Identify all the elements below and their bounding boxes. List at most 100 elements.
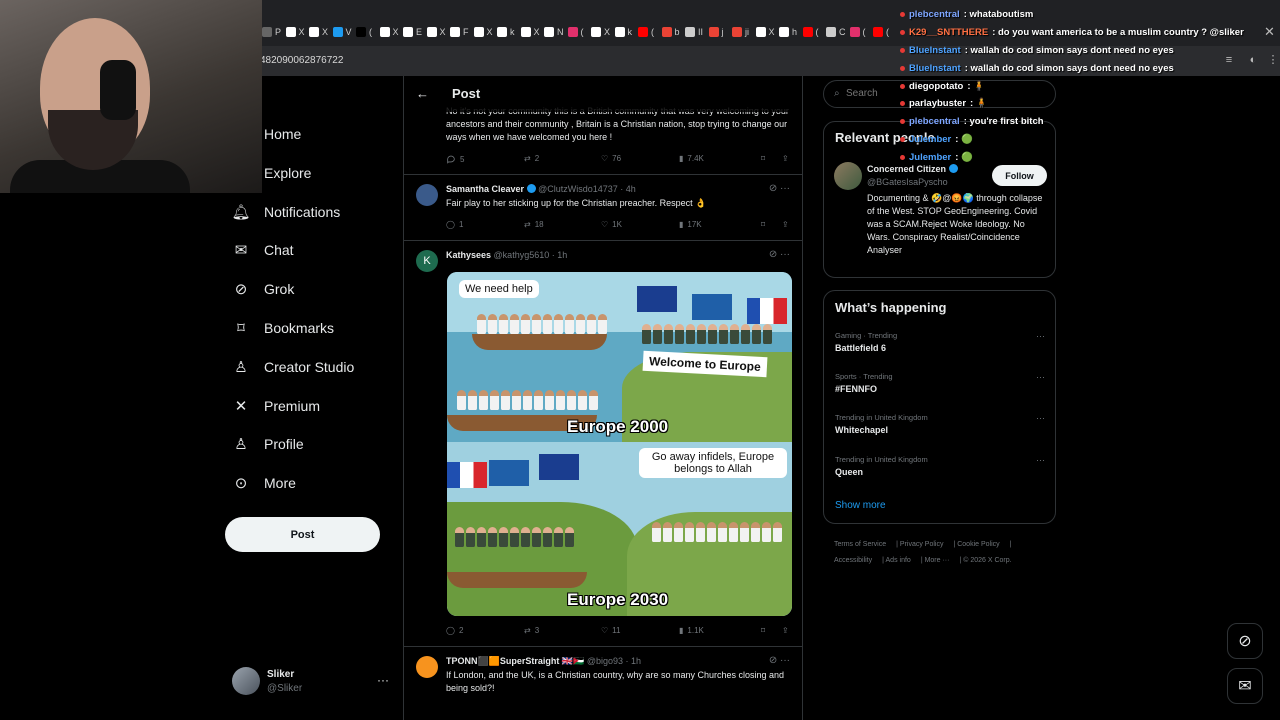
chat-username[interactable]: parlaybuster xyxy=(909,98,966,109)
footer-link[interactable]: Terms of Service xyxy=(834,541,886,548)
browser-tab[interactable]: F xyxy=(450,25,472,39)
avatar[interactable] xyxy=(416,656,438,678)
browser-tab[interactable]: ( xyxy=(567,25,590,39)
footer-link[interactable]: Ads info xyxy=(886,557,911,564)
browser-tab[interactable]: N xyxy=(544,25,566,39)
share-icon[interactable]: ⇪ xyxy=(782,626,789,635)
browser-tab[interactable]: ( xyxy=(802,25,825,39)
more-icon[interactable]: ··· xyxy=(1036,455,1045,465)
browser-tab[interactable]: j xyxy=(708,25,731,39)
avatar[interactable] xyxy=(416,184,438,206)
chat-username[interactable]: diegopotato xyxy=(909,81,963,92)
sidebar-item-creator-studio[interactable]: ♙ Creator Studio xyxy=(232,355,354,379)
browser-tab[interactable]: b xyxy=(661,25,684,39)
like-button[interactable]: ♡ 11 xyxy=(601,626,620,635)
trend-item[interactable]: Gaming · Trending Battlefield 6 ··· xyxy=(835,331,1045,353)
avatar[interactable] xyxy=(834,162,862,190)
sidebar-item-explore[interactable]: Explore xyxy=(232,161,311,185)
footer-link[interactable]: More ··· xyxy=(925,557,950,564)
more-icon[interactable]: ··· xyxy=(377,673,389,687)
chat-username[interactable]: Julember xyxy=(909,152,951,163)
footer-link[interactable]: Accessibility xyxy=(834,557,872,564)
chat-username[interactable]: BlueInstant xyxy=(909,45,961,56)
more-icon[interactable]: ··· xyxy=(1036,413,1045,423)
more-icon[interactable]: ⊘ ··· xyxy=(769,249,790,260)
browser-tab[interactable]: II xyxy=(685,25,707,39)
more-icon[interactable]: ··· xyxy=(1036,331,1045,341)
person-handle[interactable]: @BGatesIsaPyscho xyxy=(867,177,948,187)
more-icon[interactable]: ··· xyxy=(1036,372,1045,382)
chat-username[interactable]: K29__SNTTHERE xyxy=(909,27,988,38)
browser-tab[interactable]: X xyxy=(285,25,308,39)
browser-tab[interactable]: k xyxy=(497,25,519,39)
browser-tab[interactable]: ( xyxy=(849,25,872,39)
browser-tab[interactable]: k xyxy=(614,25,637,39)
url-text[interactable]: 482090062876722 xyxy=(260,55,343,66)
reply-button[interactable]: ◯ 1 xyxy=(446,220,463,229)
account-switcher[interactable]: Sliker @Sliker ··· xyxy=(232,667,392,697)
views-button[interactable]: ▮ 1.1K xyxy=(679,626,704,635)
avatar[interactable]: K xyxy=(416,250,438,272)
sidebar-item-premium[interactable]: ✕ Premium xyxy=(232,394,320,418)
browser-tab[interactable]: X xyxy=(755,25,778,39)
footer-link[interactable]: Cookie Policy xyxy=(957,541,999,548)
views-button[interactable]: ▮ 17K xyxy=(679,220,702,229)
reply-button[interactable]: 5 xyxy=(446,154,464,164)
more-icon[interactable]: ⊘ ··· xyxy=(769,183,790,194)
grok-button[interactable]: ⊘ xyxy=(1227,623,1263,659)
share-icon[interactable]: ⇪ xyxy=(782,220,789,229)
browser-tab[interactable]: X xyxy=(591,25,613,39)
author-handle[interactable]: @bigo93 xyxy=(587,656,623,666)
browser-tab[interactable]: ( xyxy=(638,25,660,39)
more-icon[interactable]: ⊘ ··· xyxy=(769,655,790,666)
meme-image[interactable]: We need help Welcome to Europe Europe 20… xyxy=(447,272,792,616)
views-button[interactable]: ▮ 7.4K xyxy=(679,154,704,163)
browser-tab[interactable]: ( xyxy=(873,25,895,39)
browser-tab[interactable]: X xyxy=(379,25,402,39)
sidebar-item-notifications[interactable]: 🔔︎ Notifications xyxy=(231,200,340,224)
browser-tab[interactable]: h xyxy=(779,25,801,39)
author-name[interactable]: TPONN⬛🟧SuperStraight 🇬🇧🇯🇴 xyxy=(446,656,584,666)
browser-tab[interactable]: C xyxy=(826,25,848,39)
repost-button[interactable]: ⇄ 2 xyxy=(524,154,539,163)
chat-username[interactable]: plebcentral xyxy=(909,9,960,20)
sidebar-item-home[interactable]: Home xyxy=(232,122,301,146)
sidebar-item-bookmarks[interactable]: ⌑ Bookmarks xyxy=(232,316,334,340)
browser-tab[interactable]: X xyxy=(473,25,496,39)
trend-item[interactable]: Trending in United Kingdom Queen ··· xyxy=(835,455,1045,477)
chat-username[interactable]: BlueInstant xyxy=(909,63,961,74)
author-name[interactable]: Samantha Cleaver xyxy=(446,184,524,194)
trend-item[interactable]: Trending in United Kingdom Whitechapel ·… xyxy=(835,413,1045,435)
like-button[interactable]: ♡ 1K xyxy=(601,220,622,229)
browser-tab[interactable]: X xyxy=(309,25,331,39)
chat-username[interactable]: Julember xyxy=(909,134,951,145)
browser-tab[interactable]: P xyxy=(262,25,284,39)
repost-button[interactable]: ⇄ 3 xyxy=(524,626,539,635)
back-arrow-icon[interactable]: ← xyxy=(416,86,429,101)
share-icon[interactable]: ⇪ xyxy=(782,154,789,163)
bookmark-icon[interactable]: ⌑ xyxy=(761,220,765,229)
browser-tab[interactable]: ( xyxy=(356,25,378,39)
author-handle[interactable]: @kathyg5610 xyxy=(494,250,550,260)
trend-item[interactable]: Sports · Trending #FENNFO ··· xyxy=(835,372,1045,394)
post-button[interactable]: Post xyxy=(225,517,380,552)
browser-tab[interactable]: X xyxy=(426,25,449,39)
browser-tab[interactable]: ji xyxy=(732,25,754,39)
sidebar-item-grok[interactable]: ⊘ Grok xyxy=(232,277,295,301)
sidebar-item-profile[interactable]: ♙ Profile xyxy=(232,432,303,456)
bookmark-icon[interactable]: ⌑ xyxy=(761,626,765,635)
show-more-link[interactable]: Show more xyxy=(835,500,886,511)
sidebar-item-chat[interactable]: ✉ Chat xyxy=(232,238,294,262)
browser-tab[interactable]: E xyxy=(403,25,425,39)
follow-button[interactable]: Follow xyxy=(992,165,1047,186)
like-button[interactable]: ♡ 76 xyxy=(601,154,621,163)
reply-button[interactable]: ◯ 2 xyxy=(446,626,463,635)
author-name[interactable]: Kathysees xyxy=(446,250,491,260)
chat-username[interactable]: plebcentral xyxy=(909,116,960,127)
repost-button[interactable]: ⇄ 18 xyxy=(524,220,544,229)
footer-link[interactable]: Privacy Policy xyxy=(900,541,944,548)
author-handle[interactable]: @ClutzWisdo14737 xyxy=(538,184,618,194)
browser-tab[interactable]: V xyxy=(332,25,355,39)
sidebar-item-more[interactable]: ⊙ More xyxy=(232,471,296,495)
browser-tab[interactable]: X xyxy=(520,25,543,39)
